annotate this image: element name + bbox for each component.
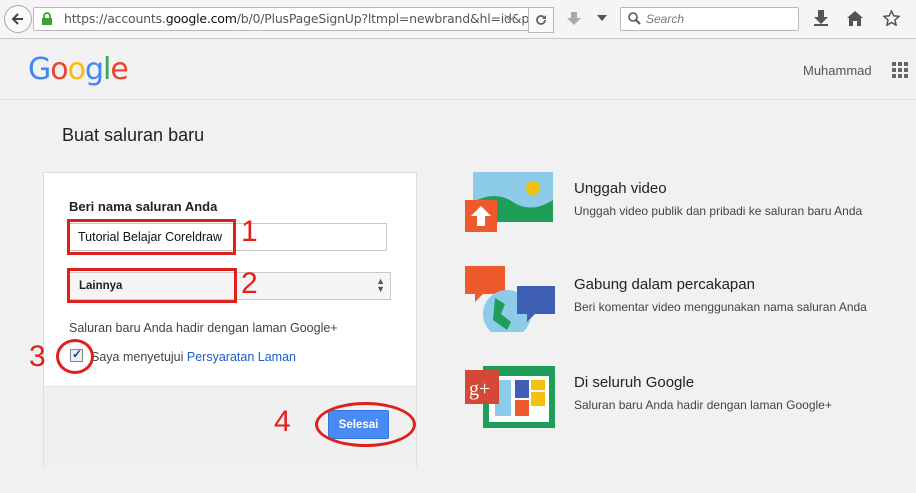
annotation-number-1: 1 [241,215,258,248]
terms-link[interactable]: Persyaratan Laman [187,350,296,364]
page-content: Buat saluran baru Beri nama saluran Anda… [0,100,916,493]
conversation-icon [465,266,555,332]
user-name[interactable]: Muhammad [803,63,872,78]
url-text: https://accounts.google.com/b/0/PlusPage… [64,11,544,26]
bookmark-button[interactable] [881,8,901,28]
reload-button[interactable] [528,7,554,33]
dropdown-arrow-icon[interactable] [504,14,516,23]
logo-letter: e [110,52,128,87]
channel-form-card: Beri nama saluran Anda Tutorial Belajar … [43,172,417,466]
star-icon [882,10,900,26]
channel-name-label: Beri nama saluran Anda [69,199,218,214]
search-placeholder: Search [646,12,685,26]
logo-letter: G [28,52,51,87]
address-bar[interactable]: https://accounts.google.com/b/0/PlusPage… [33,7,543,31]
logo-letter: g [84,52,104,87]
download-arrow-icon [567,12,581,25]
apps-grid-icon[interactable] [892,62,908,78]
google-logo[interactable]: Google [28,52,129,87]
feature-description: Saluran baru Anda hadir dengan laman Goo… [574,398,832,412]
back-arrow-icon [11,13,23,25]
chevron-down-icon [597,15,607,21]
page-title: Buat saluran baru [62,125,205,145]
upload-video-icon [465,172,553,232]
agree-text: Saya menyetujui Persyaratan Laman [91,350,296,364]
annotation-number-4: 4 [274,405,291,438]
browser-toolbar: https://accounts.google.com/b/0/PlusPage… [0,0,916,39]
google-header: Google Muhammad [0,39,916,100]
feature-title: Unggah video [574,180,667,197]
annotation-number-2: 2 [241,267,258,300]
annotation-number-3: 3 [29,340,46,373]
google-plus-icon: g+ [465,366,555,428]
search-icon [628,12,641,25]
home-button[interactable] [845,8,865,28]
download-button[interactable] [563,9,585,29]
feature-description: Beri komentar video menggunakan nama sal… [574,300,867,314]
download-icon [814,10,828,26]
annotation-box-2 [67,268,237,303]
feature-title: Di seluruh Google [574,374,695,391]
download-menu-button[interactable] [596,12,608,24]
back-button[interactable] [4,5,32,33]
annotation-oval-4 [315,402,416,447]
select-arrows-icon: ▲ ▼ [376,276,385,294]
svg-text:g+: g+ [469,378,490,400]
annotation-circle-3 [56,339,94,374]
feature-title: Gabung dalam percakapan [574,276,755,293]
google-plus-note: Saluran baru Anda hadir dengan laman Goo… [69,321,338,335]
downloads-button[interactable] [811,8,831,28]
annotation-box-1 [67,219,236,255]
logo-letter: o [50,52,68,87]
lock-icon [42,12,52,25]
feature-description: Unggah video publik dan pribadi ke salur… [574,204,863,218]
home-icon [847,10,863,26]
search-bar[interactable]: Search [620,7,799,31]
logo-letter: o [67,52,86,87]
reload-icon [536,15,546,25]
